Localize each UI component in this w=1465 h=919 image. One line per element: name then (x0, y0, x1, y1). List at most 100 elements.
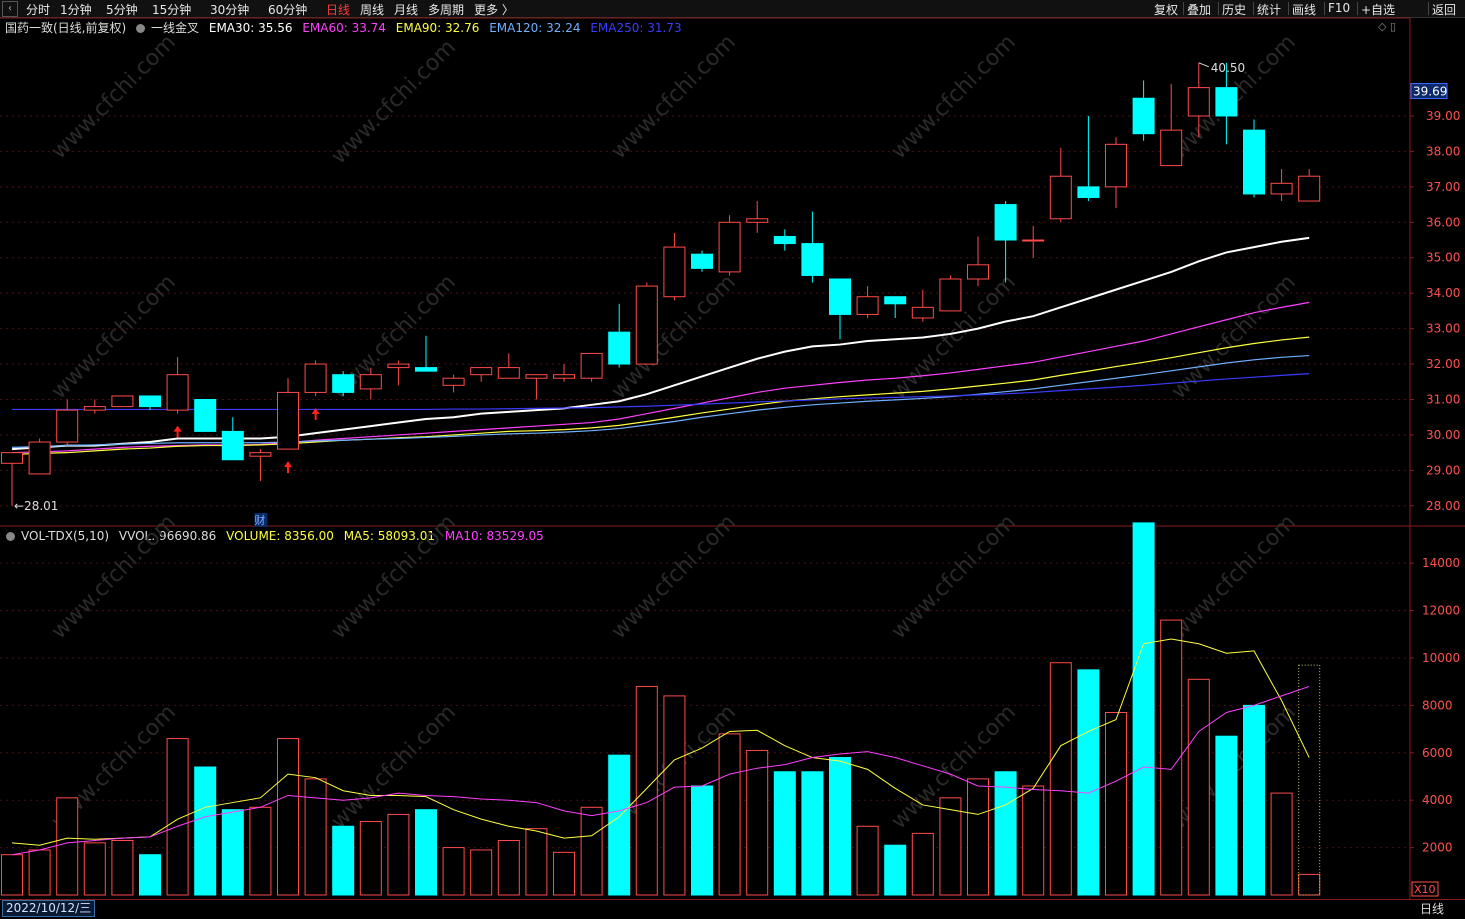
volume-bar (139, 854, 161, 896)
volume-tick-label: 10000 (1422, 651, 1460, 665)
high-marker-line (1198, 62, 1209, 68)
volume-bar (1077, 669, 1100, 896)
candle-body (994, 204, 1017, 241)
volume-tick-label: 14000 (1422, 556, 1460, 570)
price-tick-label: 35.00 (1426, 251, 1460, 265)
price-tick-label: 36.00 (1426, 215, 1460, 229)
candle-body (387, 363, 410, 369)
volume-bar (1215, 735, 1238, 896)
candle-body (1160, 129, 1183, 167)
candle (332, 371, 355, 396)
candle (553, 364, 575, 382)
volume-bar (111, 839, 134, 896)
price-tick-label: 34.00 (1426, 286, 1460, 300)
watermark-text: www.cfchi.com (1167, 510, 1301, 644)
volume-bar (1105, 712, 1127, 896)
date-label: 2022/10/12/三 (2, 900, 96, 917)
volume-bar (332, 825, 355, 896)
high-marker-label: 40.50 (1211, 61, 1245, 75)
volume-bar (56, 797, 79, 896)
volume-bar (277, 738, 299, 896)
volume-bar (856, 825, 879, 896)
candle-body (56, 409, 79, 443)
candle (773, 229, 796, 251)
volume-tick-label: 2000 (1422, 841, 1453, 855)
candle-body (939, 278, 962, 312)
volume-bar (635, 685, 658, 896)
candle-body (470, 367, 493, 376)
candle-body (497, 367, 520, 379)
candle (56, 399, 79, 446)
candle (911, 289, 934, 322)
bottom-bar (0, 899, 1465, 919)
candle-body (608, 331, 631, 365)
watermark-text: www.cfchi.com (47, 30, 181, 164)
watermark-text: www.cfchi.com (887, 510, 1021, 644)
candle-body (1105, 143, 1127, 188)
buy-arrow-icon (173, 425, 182, 438)
candle-body (304, 363, 327, 393)
price-tick-label: 28.00 (1426, 499, 1460, 513)
volume-bar (304, 778, 327, 896)
candle-body (28, 441, 51, 475)
volume-bar (83, 842, 106, 896)
volume-bar (911, 832, 934, 896)
candle (608, 303, 631, 368)
volume-bar (829, 757, 851, 896)
candle-body (1187, 87, 1210, 117)
candle-body (856, 296, 879, 315)
event-marker-label: 财 (254, 513, 265, 527)
low-marker-label: ←28.01 (14, 499, 58, 513)
candle (580, 352, 603, 382)
volume-bar (470, 849, 493, 896)
candle-body (1049, 175, 1072, 220)
candle (166, 356, 189, 414)
watermark-text: www.cfchi.com (47, 270, 181, 404)
candle (1077, 115, 1100, 202)
volume-bar (746, 749, 769, 896)
chart-canvas[interactable]: www.cfchi.com www.cfchi.com www.cfchi.com w… (0, 0, 1465, 918)
volume-tick-label: 4000 (1422, 793, 1453, 807)
candle (1215, 62, 1238, 145)
candle-body (580, 352, 603, 379)
candle (221, 417, 244, 461)
volume-tick-label: 12000 (1422, 604, 1460, 618)
candle-body (967, 264, 989, 280)
volume-bar (442, 847, 465, 896)
last-price-label: 39.69 (1413, 85, 1447, 99)
candle-body (415, 367, 437, 372)
candle-body (139, 395, 161, 408)
watermark-text: www.cfchi.com (47, 510, 181, 644)
volume-bar (194, 766, 217, 896)
price-tick-label: 30.00 (1426, 428, 1460, 442)
volume-projection-box (1298, 664, 1321, 896)
candle-body (111, 395, 134, 408)
candle-body (884, 296, 907, 305)
candle (83, 399, 106, 414)
candle (1049, 147, 1072, 223)
volume-bar (691, 785, 713, 896)
volume-unit-label: X10 (1414, 883, 1436, 896)
candle (1022, 225, 1045, 258)
candle-body (1022, 239, 1045, 242)
candle (1160, 84, 1183, 167)
volume-bar (580, 806, 603, 896)
candle-body (829, 278, 851, 315)
candle (1298, 169, 1321, 202)
period-label: 日线 (1420, 902, 1445, 916)
candle-body (718, 221, 741, 273)
volume-bar (663, 695, 686, 896)
candle-body (1298, 175, 1321, 202)
candle-body (1132, 97, 1155, 135)
candle (111, 395, 134, 408)
candle (1243, 119, 1265, 198)
candle (691, 250, 713, 272)
candle-body (442, 377, 465, 386)
candle (829, 278, 851, 340)
volume-bar (1, 854, 23, 896)
volume-bar (359, 821, 382, 896)
price-tick-label: 37.00 (1426, 180, 1460, 194)
price-tick-label: 32.00 (1426, 357, 1460, 371)
candle (415, 335, 437, 372)
volume-bar (1270, 792, 1293, 896)
